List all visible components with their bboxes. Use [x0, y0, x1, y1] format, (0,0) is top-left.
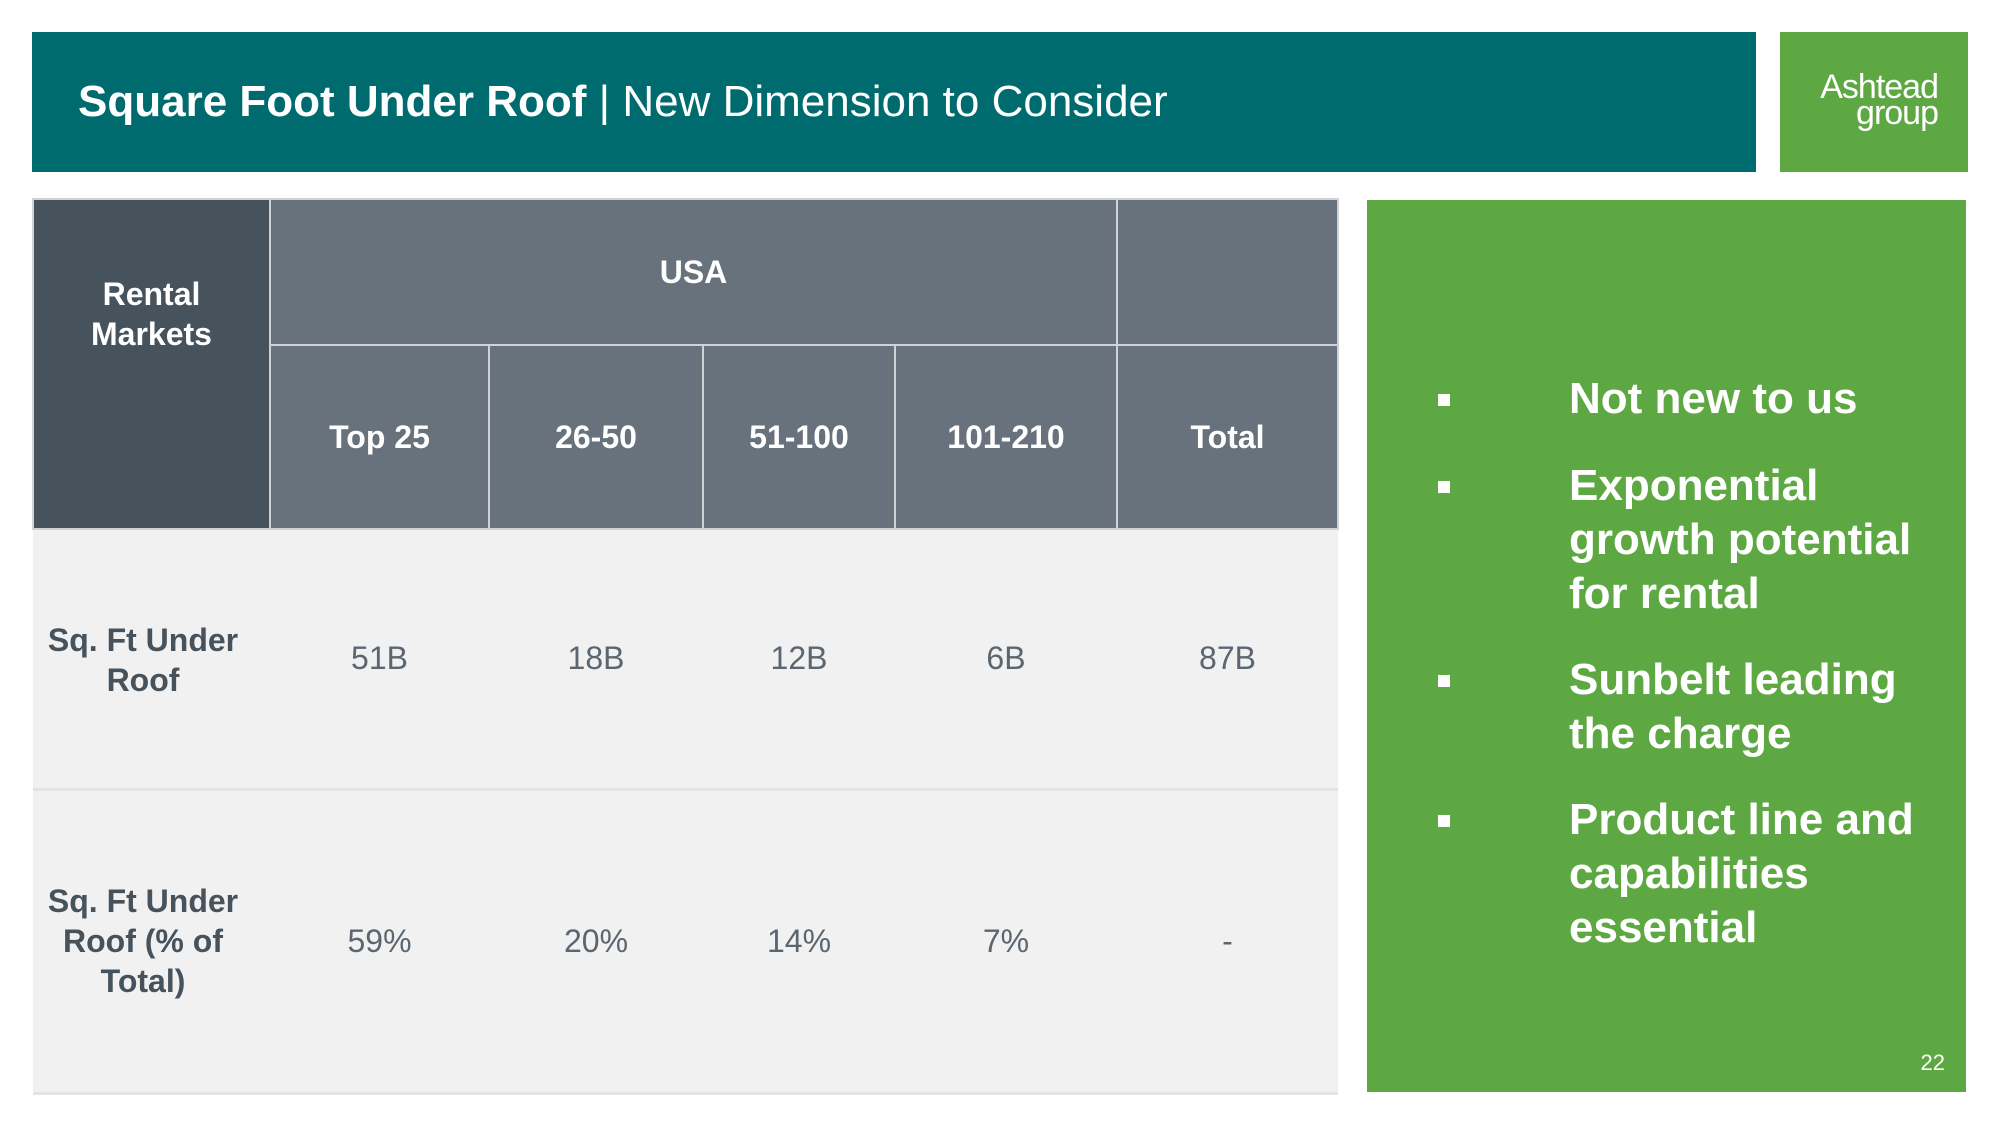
usa-group-header: USA [269, 198, 1118, 346]
table-cell: 7% [895, 789, 1117, 1095]
empty-group-header [1116, 198, 1339, 346]
column-header: 51-100 [702, 344, 896, 530]
column-header: 101-210 [894, 344, 1118, 530]
column-header: Total [1116, 344, 1339, 530]
table-cell: 18B [489, 529, 703, 791]
corner-header: Rental Markets [32, 198, 271, 530]
title-bold: Square Foot Under Roof [78, 77, 587, 126]
square-bullet-icon [1438, 481, 1450, 493]
logo-text: Ashtead group [1820, 70, 1939, 130]
table-cell: 12B [703, 529, 895, 791]
row-label: Sq. Ft Under Roof (% of Total) [33, 789, 270, 1095]
table-cell: 20% [489, 789, 703, 1095]
key-points-panel: Not new to us Exponential growth potenti… [1367, 200, 1966, 1092]
table-row: Sq. Ft Under Roof (% of Total) 59% 20% 1… [33, 789, 1338, 1095]
square-bullet-icon [1438, 815, 1450, 827]
table-row: Sq. Ft Under Roof 51B 18B 12B 6B 87B [33, 529, 1338, 791]
column-header: 26-50 [488, 344, 704, 530]
slide-title: Square Foot Under Roof | New Dimension t… [78, 32, 1168, 172]
row-label: Sq. Ft Under Roof [33, 529, 270, 791]
title-subtitle: New Dimension to Consider [622, 77, 1168, 126]
table-cell: 59% [270, 789, 489, 1095]
table-cell: 87B [1117, 529, 1338, 791]
bullet-list: Not new to us Exponential growth potenti… [1367, 200, 1966, 1092]
rental-markets-table: Rental Markets USA Top 25 26-50 51-100 1… [32, 198, 1339, 1095]
corner-label: Rental Markets [91, 276, 212, 352]
page-number: 22 [1920, 1050, 1945, 1075]
square-bullet-icon [1438, 675, 1450, 687]
table-cell: - [1117, 789, 1338, 1095]
column-header: Top 25 [269, 344, 490, 530]
title-separator: | [586, 77, 623, 126]
table-cell: 14% [703, 789, 895, 1095]
ashtead-logo: Ashtead group [1780, 32, 1968, 172]
table-cell: 51B [270, 529, 489, 791]
title-bar: Square Foot Under Roof | New Dimension t… [32, 32, 1756, 172]
table-cell: 6B [895, 529, 1117, 791]
square-bullet-icon [1438, 394, 1450, 406]
